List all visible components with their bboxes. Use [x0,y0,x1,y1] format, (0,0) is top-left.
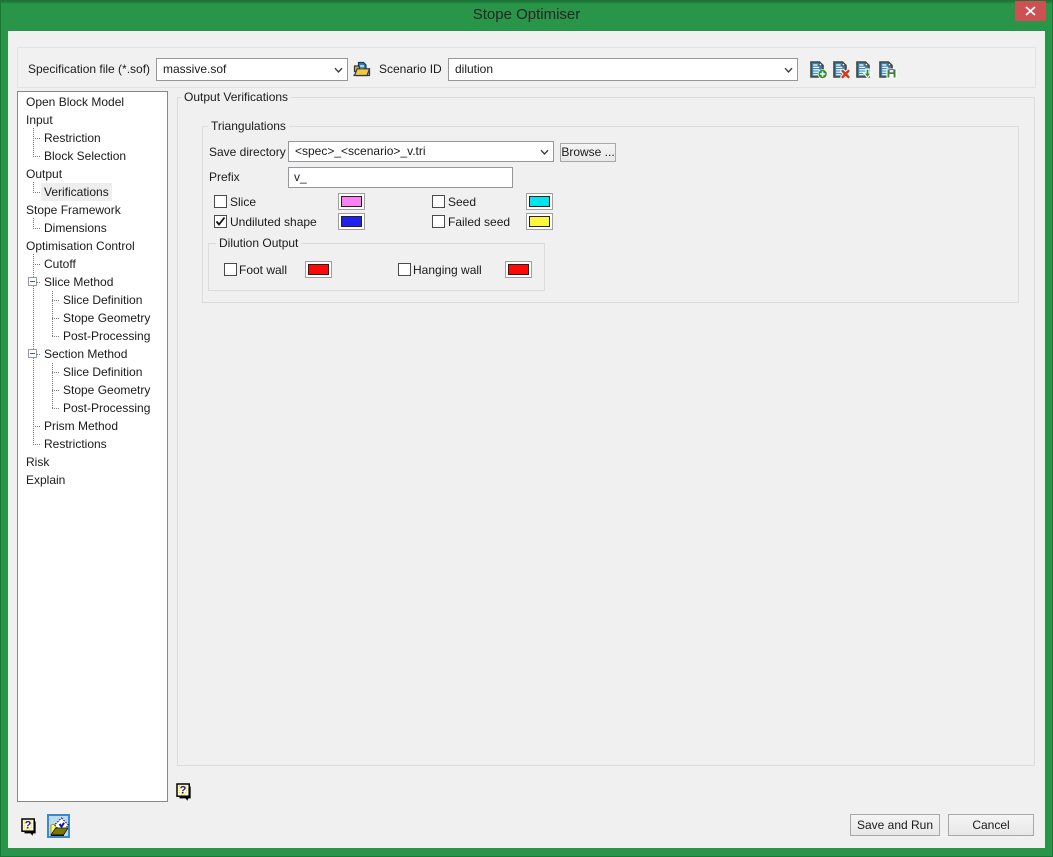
svg-text:?: ? [25,820,32,832]
svg-text:?: ? [180,785,187,797]
